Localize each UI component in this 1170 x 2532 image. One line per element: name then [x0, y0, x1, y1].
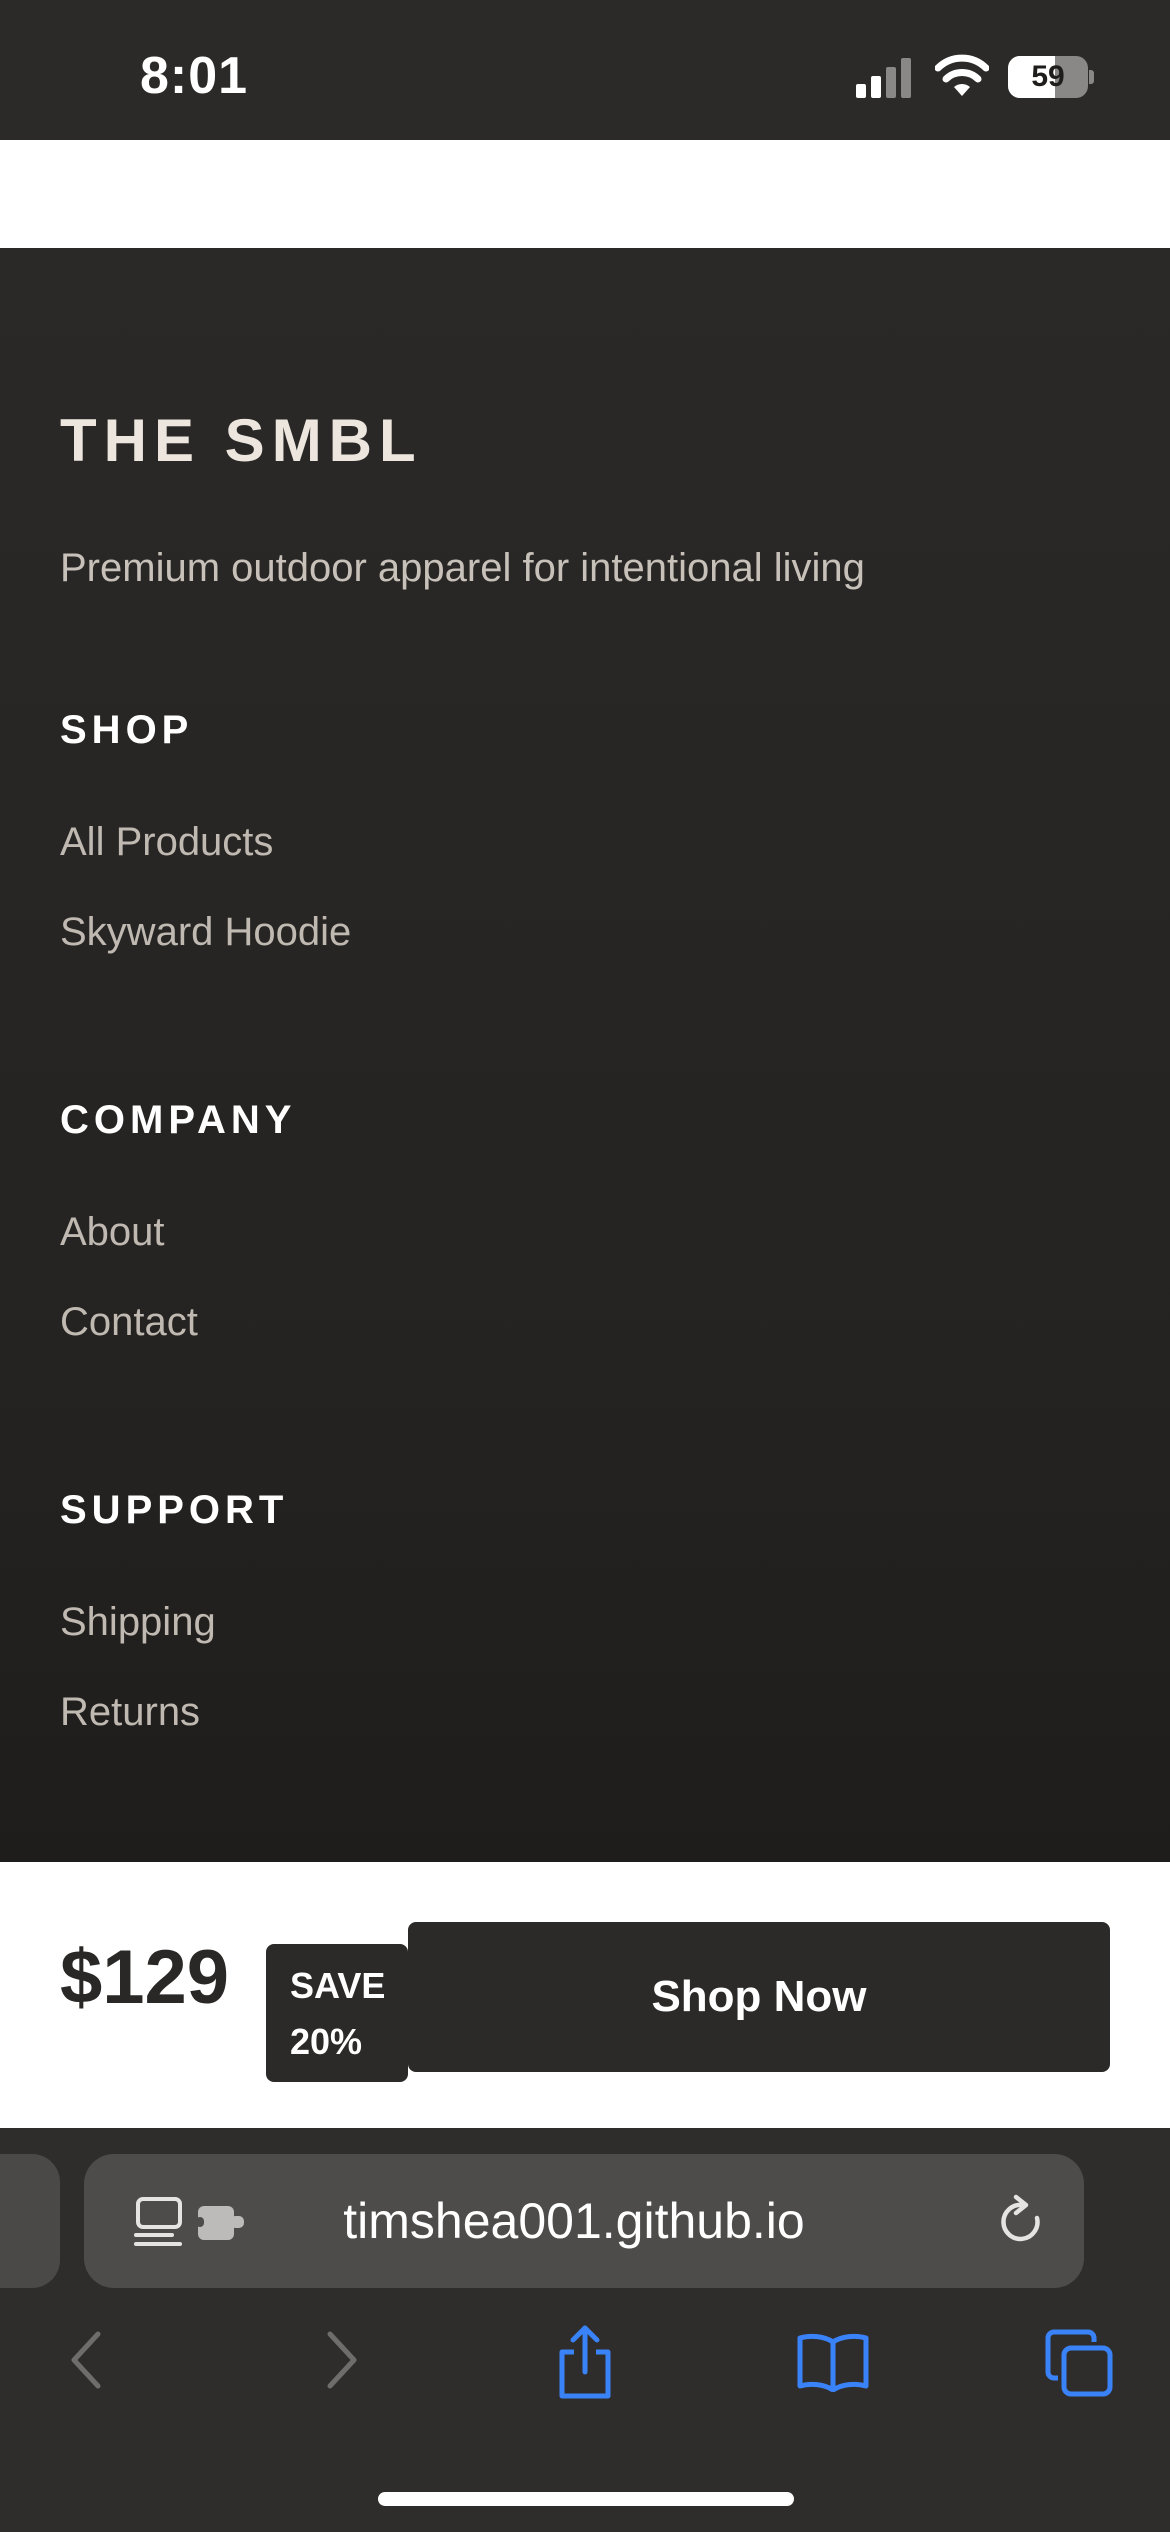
- previous-tab-peek[interactable]: [0, 2154, 60, 2288]
- shop-now-button[interactable]: Shop Now: [408, 1922, 1110, 2072]
- footer-link-all-products[interactable]: All Products: [60, 820, 273, 865]
- battery-percent: 59: [1031, 60, 1065, 93]
- signal-icon: [856, 58, 911, 98]
- back-icon[interactable]: [66, 2328, 110, 2392]
- footer-link-shipping[interactable]: Shipping: [60, 1600, 216, 1645]
- reader-mode-icon[interactable]: [134, 2196, 186, 2250]
- address-bar[interactable]: timshea001.github.io: [84, 2154, 1084, 2288]
- footer-link-about[interactable]: About: [60, 1210, 165, 1255]
- footer-tagline: Premium outdoor apparel for intentional …: [60, 546, 865, 590]
- browser-chrome: timshea001.github.io: [0, 2128, 1170, 2532]
- sticky-purchase-bar: $129 SAVE 20% Shop Now: [0, 1862, 1170, 2128]
- page-top-strip: [0, 140, 1170, 248]
- battery-icon: 59: [1008, 56, 1094, 98]
- save-badge: SAVE 20%: [266, 1944, 408, 2082]
- footer-section-title-support: SUPPORT: [60, 1488, 289, 1532]
- save-badge-line1: SAVE: [290, 1965, 386, 2006]
- bookmarks-icon[interactable]: [796, 2332, 870, 2392]
- battery-nub: [1089, 70, 1094, 84]
- footer-brand: THE SMBL: [60, 407, 423, 474]
- tabs-icon[interactable]: [1044, 2328, 1114, 2398]
- status-bar: 8:01 59: [0, 0, 1170, 140]
- footer-link-returns[interactable]: Returns: [60, 1690, 200, 1735]
- url-text: timshea001.github.io: [343, 2193, 805, 2249]
- site-footer: THE SMBL Premium outdoor apparel for int…: [0, 248, 1170, 1862]
- forward-icon[interactable]: [318, 2328, 362, 2392]
- footer-link-skyward-hoodie[interactable]: Skyward Hoodie: [60, 910, 351, 955]
- home-indicator[interactable]: [378, 2492, 794, 2506]
- footer-section-title-shop: SHOP: [60, 708, 194, 752]
- status-time: 8:01: [140, 47, 249, 105]
- footer-link-contact[interactable]: Contact: [60, 1300, 198, 1345]
- reload-icon[interactable]: [996, 2194, 1048, 2250]
- extension-icon[interactable]: [196, 2202, 246, 2242]
- product-price: $129: [60, 1935, 230, 2020]
- footer-section-title-company: COMPANY: [60, 1098, 297, 1142]
- wifi-icon: [935, 54, 989, 96]
- save-badge-line2: 20%: [290, 2021, 363, 2062]
- share-icon[interactable]: [554, 2324, 616, 2400]
